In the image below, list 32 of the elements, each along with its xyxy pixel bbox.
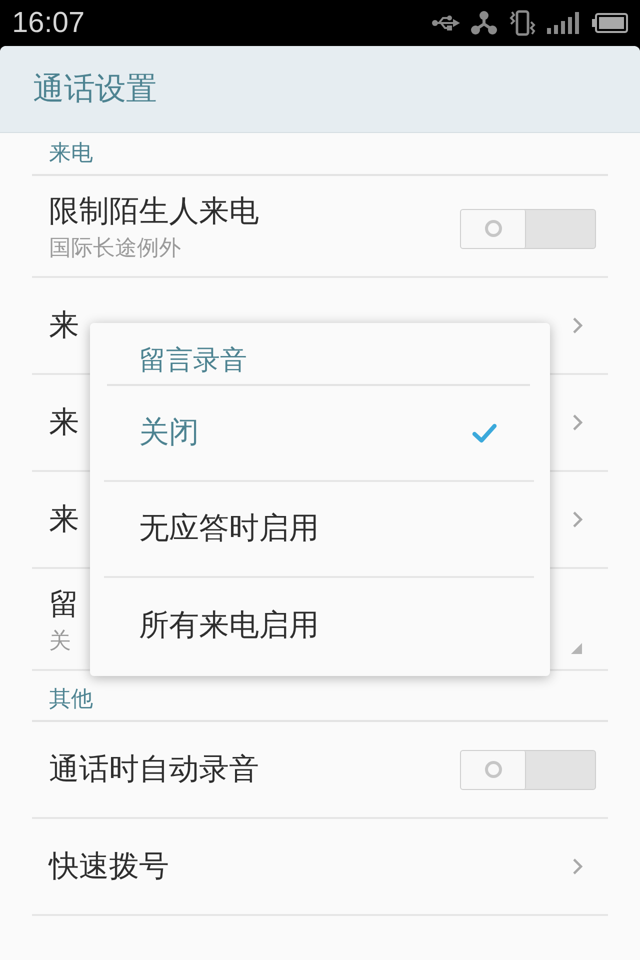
toggle-switch[interactable] xyxy=(460,208,596,248)
checkmark-icon xyxy=(472,422,497,444)
section-header: 来电 xyxy=(49,142,93,166)
dialog-title: 留言录音 xyxy=(139,346,247,376)
setting-label[interactable]: 来 xyxy=(49,404,79,440)
chevron-right-icon xyxy=(572,511,583,528)
chevron-right-icon xyxy=(572,858,583,875)
setting-summary: 国际长途例外 xyxy=(49,235,181,263)
setting-label[interactable]: 来 xyxy=(49,502,79,538)
setting-label[interactable]: 留 xyxy=(49,587,79,623)
section-header: 其他 xyxy=(49,688,93,712)
page-title: 通话设置 xyxy=(33,70,157,109)
chevron-right-icon xyxy=(572,414,583,431)
usb-icon xyxy=(432,15,460,31)
nodes-icon xyxy=(471,11,497,35)
dialog-option[interactable]: 无应答时启用 xyxy=(104,482,534,578)
battery-icon xyxy=(592,13,628,33)
corner-triangle-icon xyxy=(571,643,582,654)
vibrate-icon xyxy=(508,10,536,36)
switch-thumb xyxy=(461,210,526,248)
setting-label[interactable]: 限制陌生人来电 xyxy=(49,194,259,230)
toggle-switch[interactable] xyxy=(460,750,596,790)
chevron-right-icon xyxy=(572,317,583,334)
setting-label[interactable]: 通话时自动录音 xyxy=(49,752,259,788)
setting-summary: 关 xyxy=(49,628,71,656)
setting-label[interactable]: 快速拨号 xyxy=(49,848,169,884)
signal-icon xyxy=(547,12,581,34)
setting-label[interactable]: 来 xyxy=(49,308,79,344)
switch-thumb xyxy=(461,750,526,788)
dialog-option[interactable]: 所有来电启用 xyxy=(104,578,534,674)
dialog-option[interactable]: 关闭 xyxy=(104,386,534,482)
status-time: 16:07 xyxy=(12,8,85,38)
